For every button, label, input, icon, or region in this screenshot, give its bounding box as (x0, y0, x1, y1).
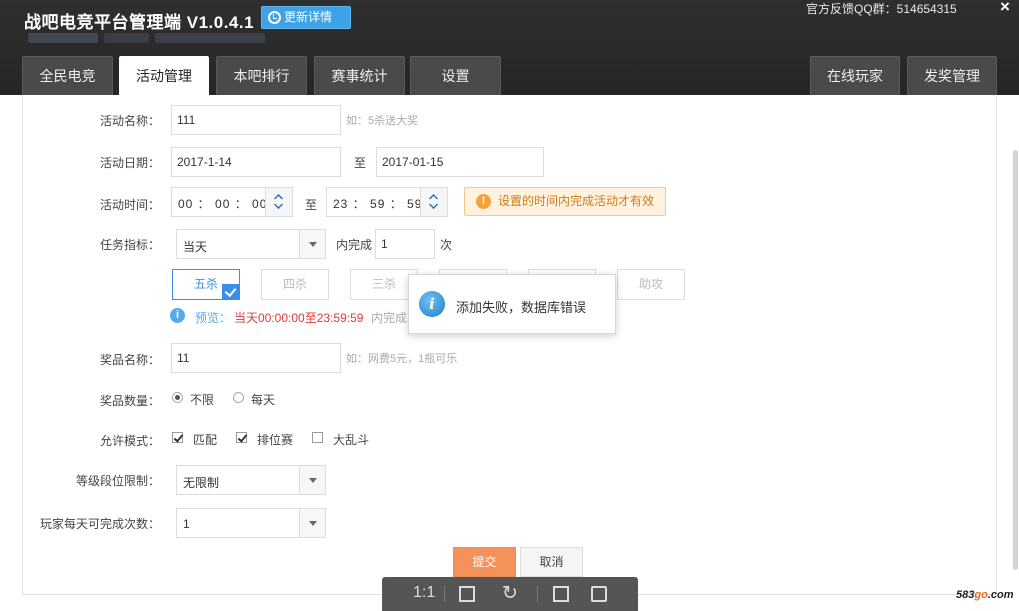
error-message: 添加失败，数据库错误 (456, 300, 587, 315)
unlimited-radio[interactable] (172, 392, 183, 403)
save-icon[interactable] (553, 586, 569, 602)
assist-option[interactable]: 助攻 (617, 269, 685, 300)
submit-button[interactable]: 提交 (453, 547, 516, 577)
end-date-input[interactable]: 2017-01-15 (376, 147, 544, 177)
rank-limit-label: 等级段位限制： (75, 474, 160, 488)
prize-name-label: 奖品名称： (99, 353, 160, 367)
activity-name-hint: 如：5杀送大奖 (346, 115, 419, 127)
matchmaking-label: 匹配 (193, 433, 218, 447)
rotate-icon[interactable]: ↻ (502, 582, 518, 605)
rank-limit-select[interactable]: 无限制 (176, 465, 326, 495)
preview-label: 预览： (195, 311, 232, 325)
vertical-scrollbar[interactable] (1013, 150, 1018, 570)
start-time-spinner[interactable]: 00 ： 00 ： 00 (171, 187, 293, 217)
task-period-select[interactable]: 当天 (176, 229, 326, 259)
info-icon: i (170, 308, 185, 323)
matchmaking-checkbox[interactable] (172, 432, 183, 443)
chevron-down-icon[interactable] (299, 509, 325, 537)
watermark-highlight: go (974, 589, 988, 601)
close-icon[interactable]: × (1000, 0, 1010, 17)
update-details-label: 更新详情 (284, 10, 333, 24)
tab-match-stats[interactable]: 赛事统计 (314, 56, 405, 95)
tab-activity-management[interactable]: 活动管理 (119, 56, 209, 95)
site-watermark: 583go.com (956, 589, 1014, 601)
daily-completions-select[interactable]: 1 (176, 508, 326, 538)
daily-label: 每天 (251, 393, 276, 407)
blurred-account-info (104, 33, 149, 43)
task-label: 任务指标： (99, 238, 160, 252)
end-time-stepper[interactable] (420, 188, 447, 216)
activity-name-label: 活动名称： (99, 114, 160, 128)
rank-limit-value: 无限制 (183, 476, 220, 490)
chevron-down-icon[interactable] (274, 200, 283, 209)
end-time-spinner[interactable]: 23 ： 59 ： 59 (326, 187, 448, 217)
info-icon: i (419, 291, 445, 317)
preview-time-range: 当天00:00:00至23:59:59 (234, 311, 364, 325)
selected-check-icon (222, 284, 240, 300)
toolbar-divider (444, 586, 445, 602)
feedback-qq-group: 官方反馈QQ群：514654315 (806, 2, 957, 16)
tab-bar-ranking[interactable]: 本吧排行 (216, 56, 307, 95)
clock-icon (268, 11, 281, 24)
toolbar-divider (537, 586, 538, 602)
tab-online-players[interactable]: 在线玩家 (810, 56, 900, 95)
quadra-kill-option[interactable]: 四杀 (261, 269, 329, 300)
start-time-value: 00 ： 00 ： 00 (178, 197, 268, 211)
task-complete-label: 内完成 (336, 238, 373, 252)
error-popup: i 添加失败，数据库错误 (408, 274, 616, 334)
daily-completions-label: 玩家每天可完成次数： (39, 517, 160, 531)
warning-icon: ! (476, 194, 491, 209)
preview-suffix: 内完成 (371, 311, 408, 325)
unlimited-label: 不限 (190, 393, 215, 407)
watermark-suffix: .com (987, 589, 1014, 601)
blurred-account-info (28, 33, 98, 43)
app-title: 战吧电竞平台管理端 V1.0.4.1 (24, 8, 254, 33)
end-time-value: 23 ： 59 ： 59 (333, 197, 423, 211)
time-separator: 至 (305, 198, 318, 212)
aram-label: 大乱斗 (333, 433, 370, 447)
allowed-modes-label: 允许模式： (99, 434, 160, 448)
title-bar: 战吧电竞平台管理端 V1.0.4.1 更新详情 官方反馈QQ群：51465431… (0, 0, 1019, 95)
activity-date-label: 活动日期： (99, 156, 160, 170)
update-details-button[interactable]: 更新详情 (261, 6, 351, 29)
actual-size-button[interactable]: 1:1 (413, 584, 435, 602)
image-viewer-toolbar: 1:1 ↻ (382, 577, 638, 611)
fit-to-window-icon[interactable] (459, 586, 475, 602)
blurred-account-info (155, 33, 265, 43)
task-count-unit: 次 (440, 238, 453, 252)
chevron-down-icon[interactable] (299, 230, 325, 258)
ranked-checkbox[interactable] (236, 432, 247, 443)
daily-radio[interactable] (233, 392, 244, 403)
task-period-value: 当天 (183, 240, 208, 254)
activity-time-label: 活动时间： (99, 198, 160, 212)
time-warning-notice: ! 设置的时间内完成活动才有效 (464, 187, 666, 216)
watermark-prefix: 583 (956, 589, 975, 601)
start-time-stepper[interactable] (265, 188, 292, 216)
prize-quantity-label: 奖品数量： (99, 394, 160, 408)
chevron-down-icon[interactable] (429, 200, 438, 209)
date-separator: 至 (354, 156, 367, 170)
cancel-button[interactable]: 取消 (520, 547, 583, 577)
aram-checkbox[interactable] (312, 432, 323, 443)
prize-name-input[interactable]: 11 (171, 343, 341, 373)
prize-name-hint: 如：网费5元，1瓶可乐 (346, 353, 458, 365)
ranked-label: 排位赛 (257, 433, 294, 447)
app-name: 战吧电竞平台管理端 (24, 13, 182, 32)
chevron-down-icon[interactable] (299, 466, 325, 494)
tab-national-esports[interactable]: 全民电竞 (22, 56, 113, 95)
tab-prize-management[interactable]: 发奖管理 (907, 56, 997, 95)
time-warning-text: 设置的时间内完成活动才有效 (498, 194, 655, 208)
start-date-input[interactable]: 2017-1-14 (171, 147, 341, 177)
task-count-input[interactable]: 1 (375, 229, 435, 259)
activity-name-input[interactable]: 111 (171, 105, 341, 135)
device-icon[interactable] (591, 586, 607, 602)
app-version: V1.0.4.1 (186, 13, 255, 32)
tab-settings[interactable]: 设置 (410, 56, 501, 95)
daily-completions-value: 1 (183, 517, 190, 531)
